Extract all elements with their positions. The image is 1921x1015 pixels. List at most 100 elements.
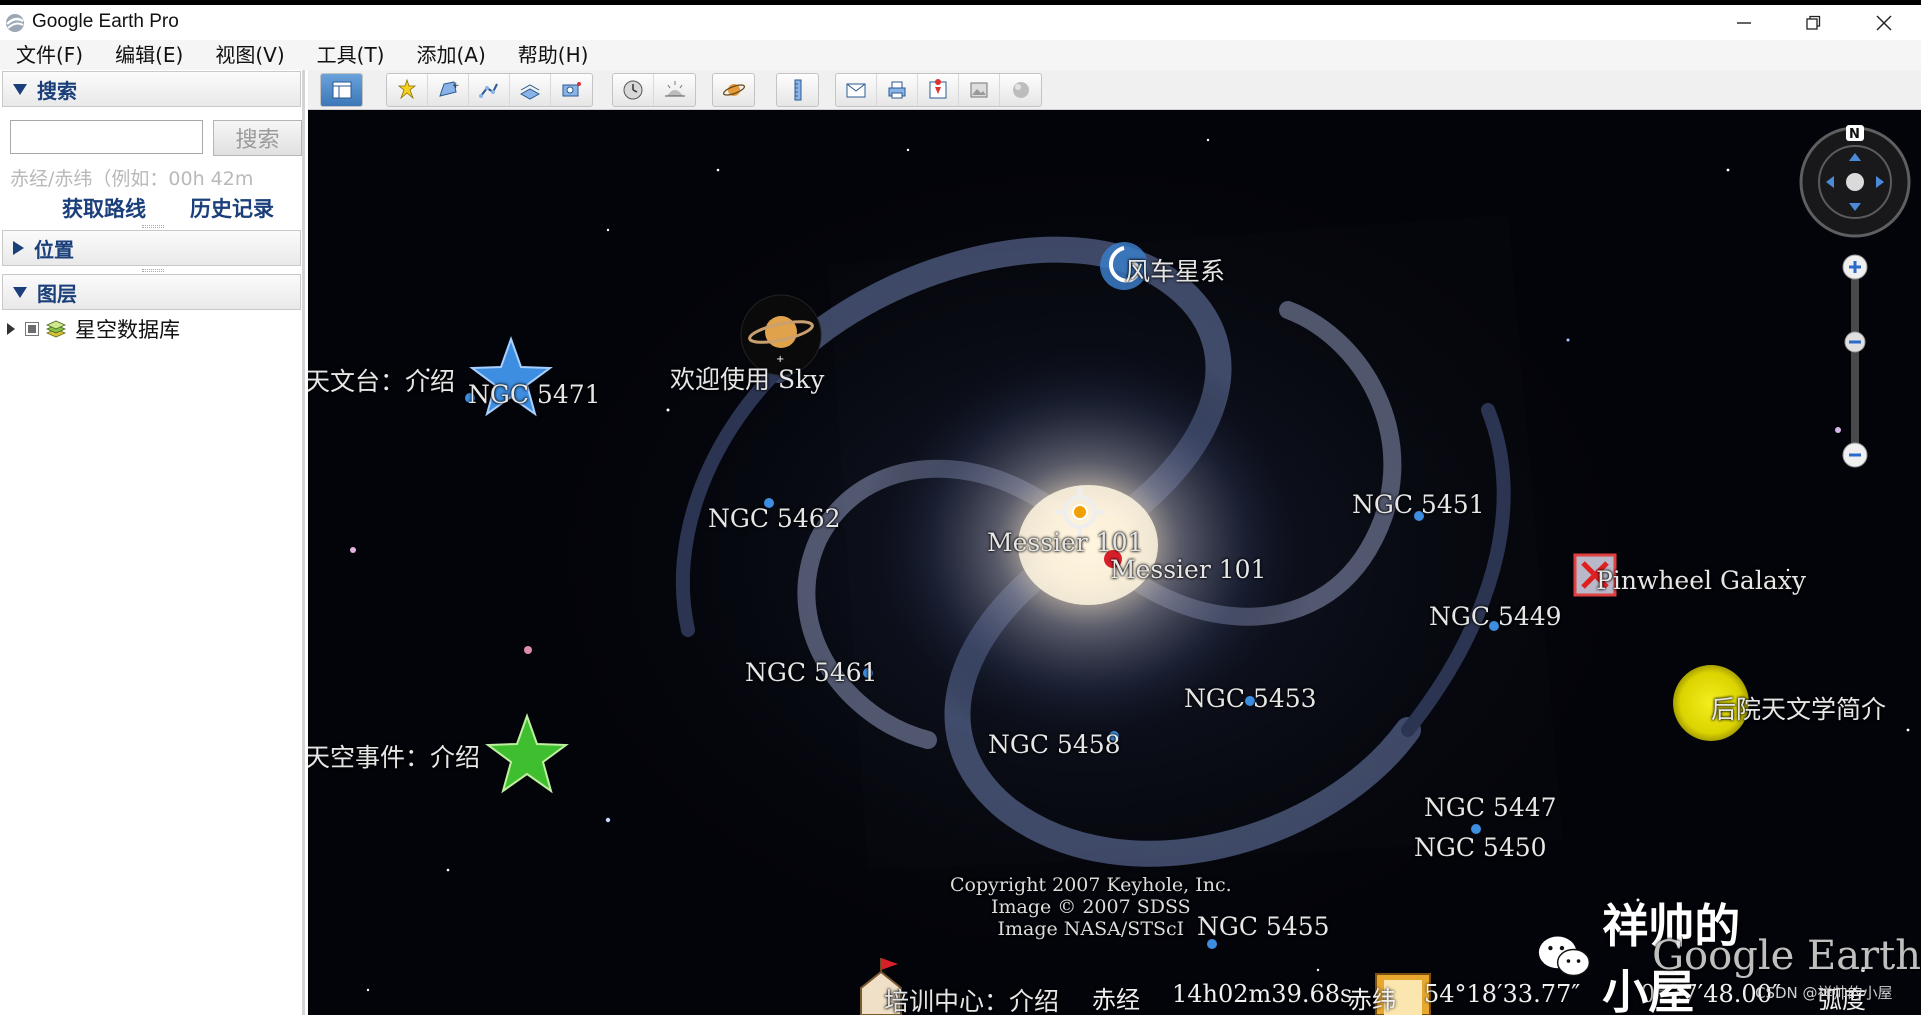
label-ngc-5450[interactable]: NGC 5450: [1414, 833, 1547, 862]
menu-add[interactable]: 添加(A): [400, 40, 501, 70]
search-button[interactable]: 搜索: [213, 120, 302, 156]
close-icon: [1876, 15, 1892, 30]
layer-checkbox[interactable]: [25, 322, 39, 336]
ra-label: 赤经: [1092, 986, 1140, 1014]
sunrise-icon: [664, 81, 685, 97]
svg-text:+: +: [452, 81, 460, 91]
label-ngc-5458[interactable]: NGC 5458: [988, 730, 1121, 759]
menu-help[interactable]: 帮助(H): [502, 40, 605, 70]
label-whirlpool-galaxy[interactable]: 风车星系: [1125, 252, 1225, 288]
search-section-header[interactable]: 搜索: [2, 71, 301, 107]
history-link[interactable]: 历史记录: [190, 193, 274, 223]
label-ngc-5453[interactable]: NGC 5453: [1184, 684, 1317, 713]
toolbar-group-share: [835, 73, 1042, 107]
email-button[interactable]: [836, 74, 877, 106]
moon-button[interactable]: [1000, 74, 1041, 106]
expand-triangle-icon: [13, 241, 24, 255]
label-welcome-sky[interactable]: 欢迎使用 Sky: [670, 360, 824, 396]
google-earth-app-icon: [6, 14, 24, 32]
label-sky-events[interactable]: 天空事件：介绍: [308, 738, 480, 774]
label-ngc-5447[interactable]: NGC 5447: [1424, 793, 1557, 822]
view-in-maps-button[interactable]: [918, 74, 959, 106]
ruler-button[interactable]: [777, 74, 818, 106]
menu-view[interactable]: 视图(V): [199, 40, 300, 70]
camera-icon: [562, 82, 581, 97]
clock-icon: [623, 80, 643, 100]
tree-expand-icon[interactable]: [7, 323, 15, 335]
hand-grab-icon[interactable]: [1846, 173, 1864, 191]
path-icon: [479, 83, 498, 98]
compass-north-label: N: [1849, 127, 1860, 142]
places-section-header[interactable]: 位置: [2, 230, 301, 266]
toolbar-group-ruler: [776, 73, 819, 107]
toolbar-group-time: [612, 73, 696, 107]
minimize-button[interactable]: [1710, 5, 1778, 40]
image-overlay-icon: [519, 84, 541, 100]
switch-planet-button[interactable]: [713, 74, 754, 106]
layers-stack-icon: [46, 320, 66, 338]
restore-button[interactable]: [1779, 5, 1847, 40]
copyright-line: Copyright 2007 Keyhole, Inc.: [950, 874, 1232, 896]
label-ngc-5451[interactable]: NGC 5451: [1352, 490, 1485, 519]
label-ngc-5449[interactable]: NGC 5449: [1429, 602, 1562, 631]
label-ngc-5471[interactable]: NGC 5471: [468, 380, 601, 409]
sidebar: 搜索 搜索 赤经/赤纬（例如：00h 42m 获取路线 历史记录 位置 图层 星…: [0, 70, 305, 1015]
copyright-line: Image NASA/STScI: [997, 918, 1185, 940]
window-title: Google Earth Pro: [32, 11, 179, 32]
record-tour-button[interactable]: [551, 74, 592, 106]
minimize-icon: [1737, 21, 1751, 24]
navigation-ring[interactable]: N: [1798, 125, 1912, 239]
historical-imagery-button[interactable]: [613, 74, 654, 106]
dec-label: 赤纬: [1348, 986, 1396, 1014]
map-pin-icon: [929, 79, 947, 99]
label-backyard-astronomy[interactable]: 后院天文学简介: [1711, 690, 1886, 726]
menu-bar: 文件(F) 编辑(E) 视图(V) 工具(T) 添加(A) 帮助(H): [0, 40, 1921, 70]
toggle-sidebar-button[interactable]: [321, 74, 362, 106]
label-ngc-5462[interactable]: NGC 5462: [708, 504, 841, 533]
save-image-button[interactable]: [959, 74, 1000, 106]
sky-view-3d[interactable]: + 风车星系 欢迎使用 Sky 天文台：介绍 NGC 5471 NGC 5462…: [308, 110, 1921, 1015]
collapse-triangle-icon: [13, 83, 27, 95]
menu-tools[interactable]: 工具(T): [301, 40, 401, 70]
add-image-overlay-button[interactable]: [510, 74, 551, 106]
places-section-title: 位置: [34, 237, 74, 262]
toolbar-group-planets: [712, 73, 755, 107]
add-path-button[interactable]: [469, 74, 510, 106]
zoom-slider[interactable]: [1840, 252, 1870, 470]
label-observatory[interactable]: 天文台：介绍: [308, 362, 455, 398]
label-ngc-5461[interactable]: NGC 5461: [745, 658, 878, 687]
label-pinwheel-galaxy[interactable]: Pinwheel Galaxy: [1596, 566, 1806, 595]
label-messier-101[interactable]: Messier 101: [1110, 555, 1266, 584]
menu-file[interactable]: 文件(F): [0, 40, 99, 70]
wechat-icon: [1538, 936, 1591, 977]
get-directions-link[interactable]: 获取路线: [62, 193, 146, 223]
restore-icon: [1806, 15, 1821, 30]
search-input[interactable]: [10, 120, 203, 154]
sphere-icon: [1012, 82, 1029, 98]
label-training-center[interactable]: 培训中心：介绍: [884, 982, 1059, 1015]
placemark-pin-icon: [397, 78, 417, 100]
csdn-source-watermark: CSDN @祥帅的小屋: [1755, 984, 1893, 1002]
imagery-copyright: Copyright 2007 Keyhole, Inc. Image © 200…: [950, 874, 1232, 940]
panel-resize-grip[interactable]: [142, 225, 164, 228]
search-section-title: 搜索: [37, 78, 77, 103]
menu-edit[interactable]: 编辑(E): [99, 40, 199, 70]
sunlight-button[interactable]: [654, 74, 695, 106]
green-star-icon[interactable]: [484, 712, 570, 798]
copyright-line: Image © 2007 SDSS: [990, 896, 1191, 918]
polygon-icon: +: [439, 81, 460, 97]
image-icon: [970, 82, 988, 98]
layer-item-sky-database[interactable]: 星空数据库: [0, 314, 300, 344]
layers-section-header[interactable]: 图层: [2, 274, 301, 310]
title-bar: Google Earth Pro: [0, 0, 1921, 40]
planet-icon: [722, 84, 745, 96]
toolbar-group-sidebar: [320, 73, 363, 107]
label-messier-101[interactable]: Messier 101: [987, 528, 1143, 557]
panel-resize-grip[interactable]: [142, 269, 164, 272]
layer-label: 星空数据库: [75, 318, 180, 342]
add-placemark-button[interactable]: [387, 74, 428, 106]
close-button[interactable]: [1850, 5, 1918, 40]
add-polygon-button[interactable]: +: [428, 74, 469, 106]
toolbar-group-add: +: [386, 73, 593, 107]
print-button[interactable]: [877, 74, 918, 106]
